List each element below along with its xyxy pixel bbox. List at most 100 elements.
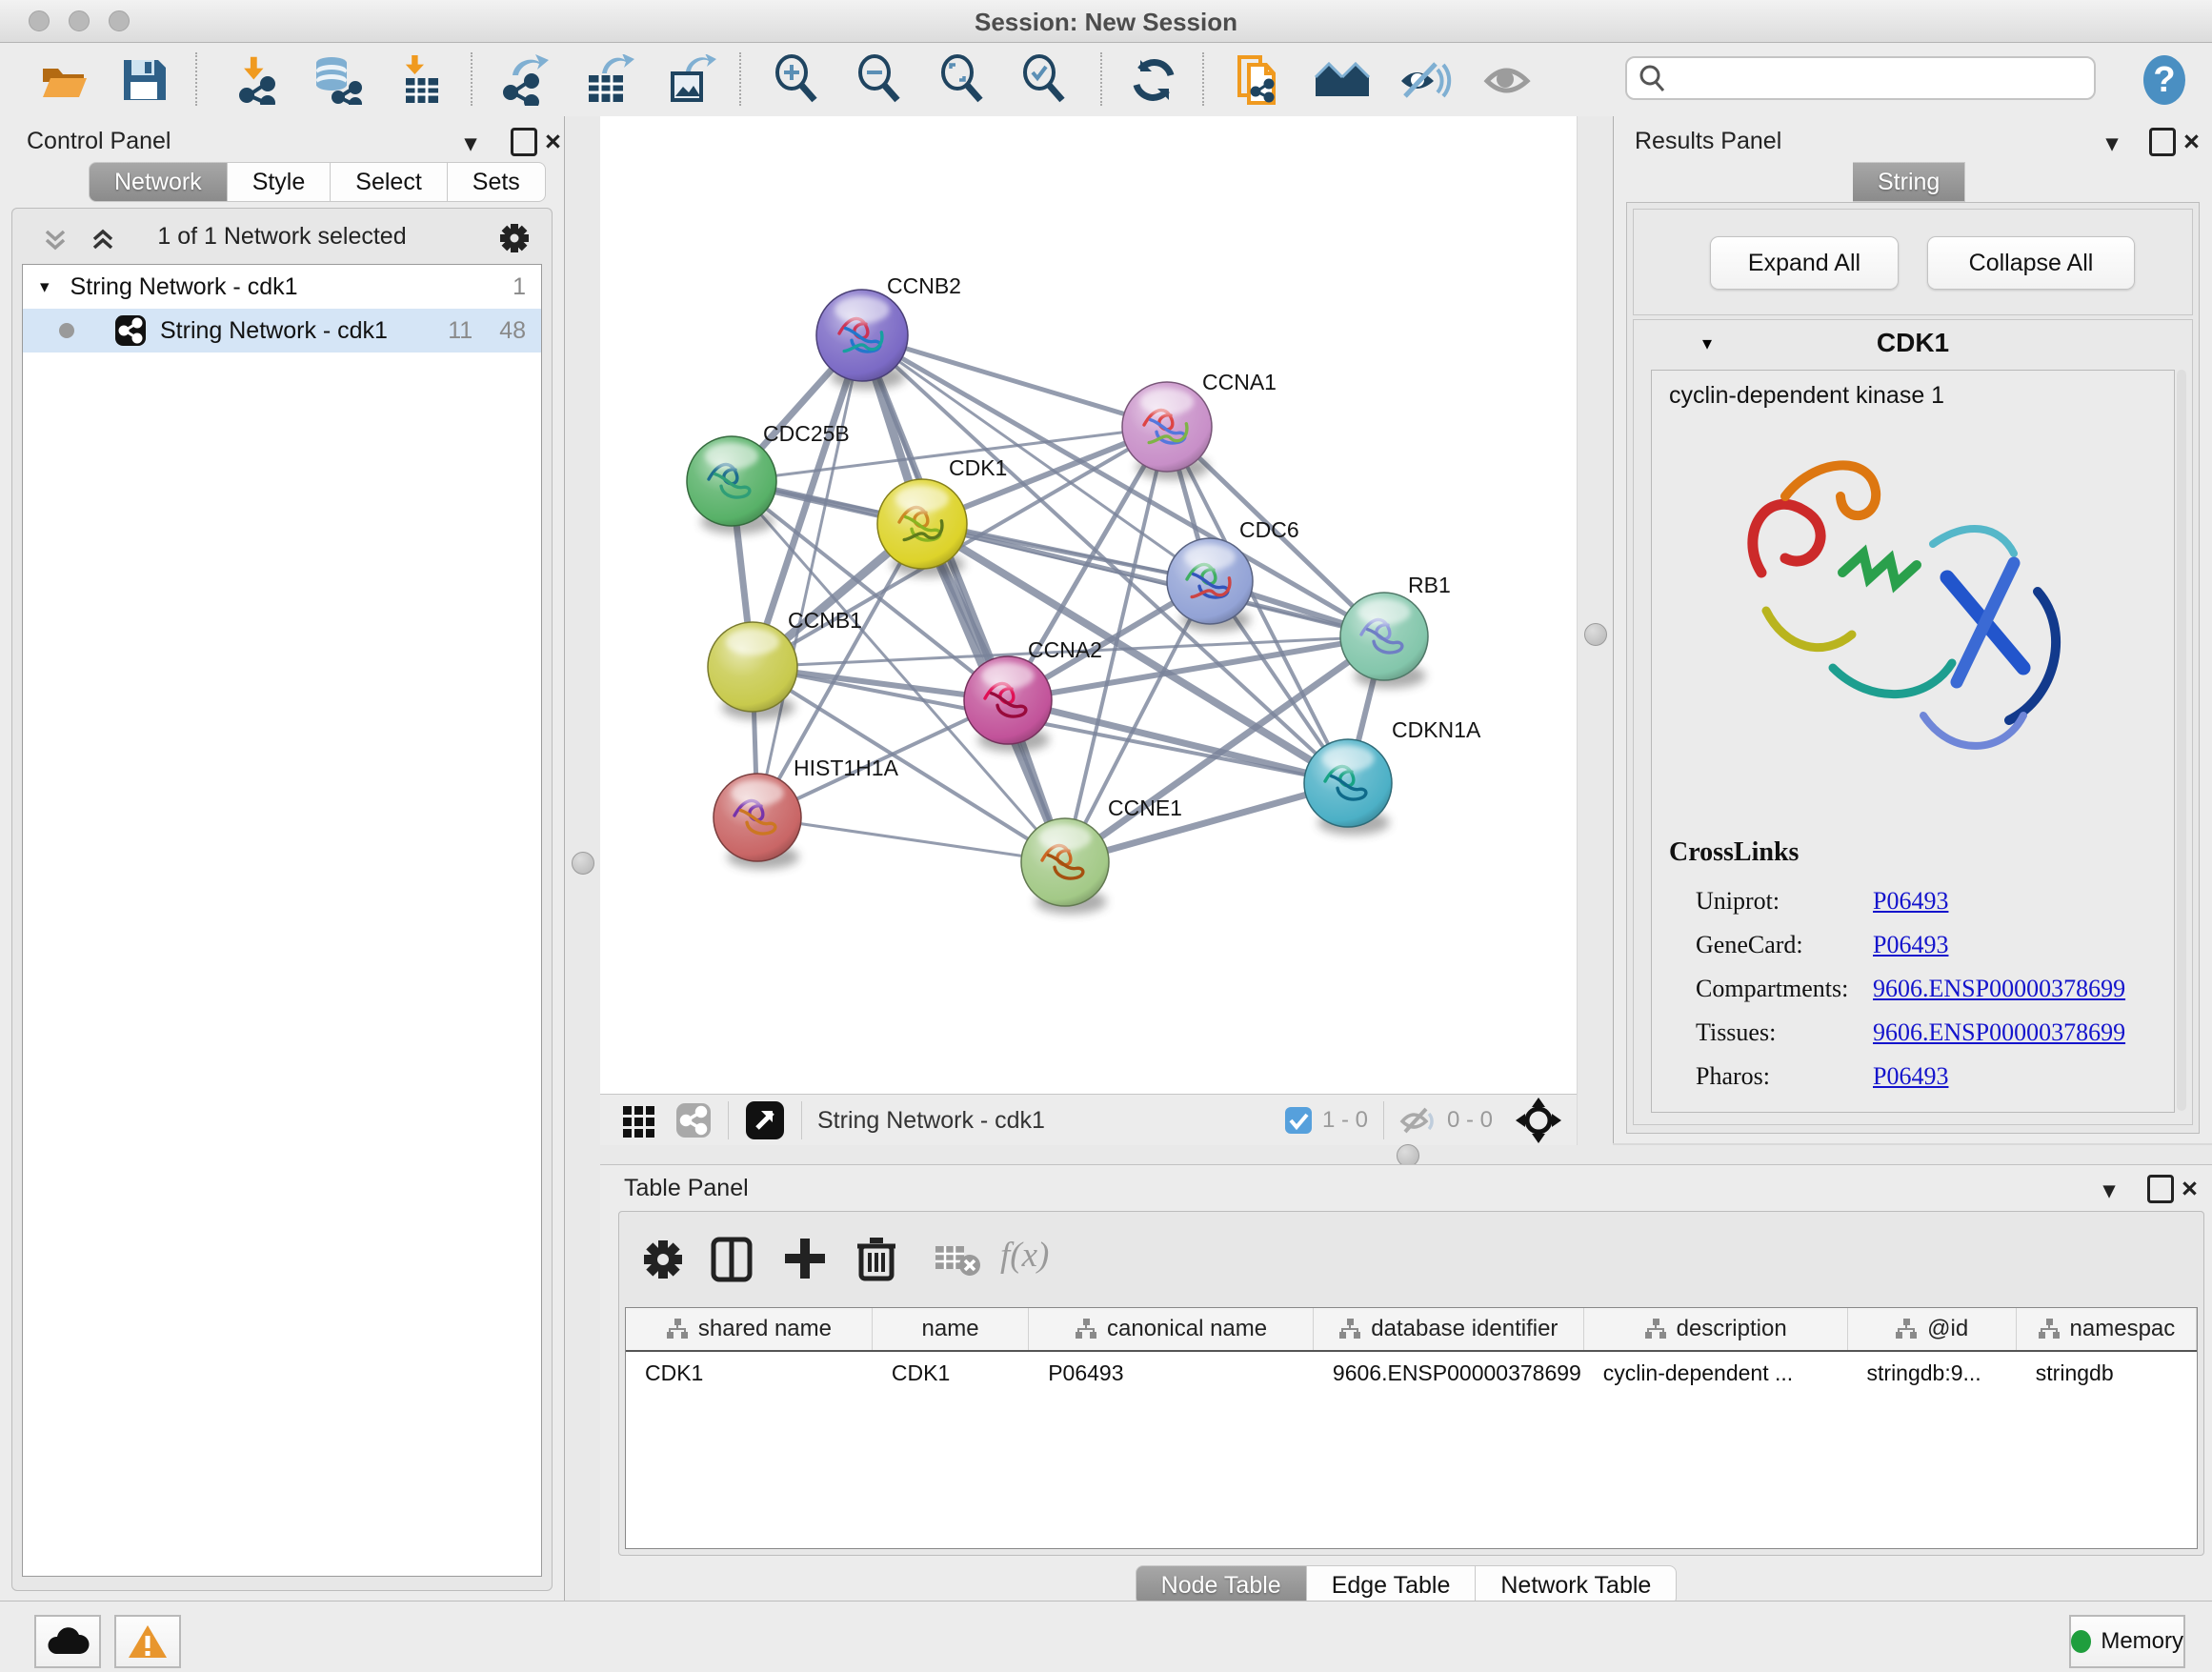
node-RB1[interactable]: [1340, 593, 1428, 688]
open-session-button[interactable]: [34, 50, 95, 110]
column-header-namespac[interactable]: namespac: [2017, 1308, 2197, 1350]
edge-CCNA2-CDKN1A[interactable]: [1008, 700, 1348, 783]
import-table-file-button[interactable]: [389, 50, 450, 110]
table-cell[interactable]: stringdb: [2017, 1352, 2197, 1394]
results-scrollbar[interactable]: [2177, 370, 2186, 1111]
birdseye-icon[interactable]: [1514, 1096, 1563, 1145]
edge-CCNE1-HIST1H1A[interactable]: [757, 817, 1065, 862]
tab-select[interactable]: Select: [331, 162, 447, 202]
float-panel-icon[interactable]: [2147, 1175, 2174, 1203]
float-panel-icon[interactable]: [511, 128, 537, 156]
warnings-button[interactable]: [114, 1615, 181, 1668]
import-network-file-button[interactable]: [227, 50, 288, 110]
network-row-selected[interactable]: String Network - cdk1 11 48: [23, 309, 541, 353]
close-panel-icon[interactable]: ×: [2182, 1174, 2198, 1205]
float-panel-icon[interactable]: [2149, 128, 2176, 156]
left-splitter[interactable]: [565, 116, 600, 1601]
grid-view-icon[interactable]: [621, 1102, 657, 1138]
refresh-button[interactable]: [1124, 50, 1185, 110]
left-splitter-handle[interactable]: [572, 852, 594, 875]
add-column-icon[interactable]: [783, 1237, 827, 1280]
expand-all-button[interactable]: Expand All: [1710, 236, 1899, 290]
tab-style[interactable]: Style: [228, 162, 332, 202]
column-header-shared-name[interactable]: shared name: [626, 1308, 873, 1350]
node-CCNE1[interactable]: [1021, 818, 1109, 914]
delete-column-icon[interactable]: [855, 1235, 897, 1282]
tab-sets[interactable]: Sets: [448, 162, 546, 202]
edge-CCNB2-CCNA1[interactable]: [862, 335, 1167, 427]
network-canvas[interactable]: CCNB2CCNA1CDC25BCDK1CDC6RB1CCNB1CCNA2CDK…: [600, 116, 1578, 1094]
selected-checkbox-icon[interactable]: [1284, 1106, 1313, 1135]
column-header-canonical-name[interactable]: canonical name: [1029, 1308, 1314, 1350]
hide-selected-button[interactable]: [1395, 50, 1456, 110]
collapse-panel-icon[interactable]: ▾: [2103, 1177, 2115, 1204]
hidden-eye-icon[interactable]: [1399, 1104, 1439, 1137]
search-box[interactable]: [1625, 56, 2096, 100]
close-panel-icon[interactable]: ×: [545, 127, 561, 158]
zoom-in-button[interactable]: [768, 50, 829, 110]
collapse-panel-icon[interactable]: ▾: [2106, 130, 2118, 157]
node-CCNB1[interactable]: [708, 622, 797, 719]
zoom-fit-button[interactable]: [934, 50, 995, 110]
column-header--id[interactable]: @id: [1848, 1308, 2017, 1350]
right-splitter-handle[interactable]: [1584, 623, 1607, 646]
duplicate-network-button[interactable]: [1227, 50, 1288, 110]
node-CCNA1[interactable]: [1122, 382, 1212, 479]
expander-icon[interactable]: ▾: [40, 276, 50, 298]
export-table-button[interactable]: [577, 50, 638, 110]
search-input[interactable]: [1665, 64, 2069, 92]
horizontal-splitter[interactable]: [600, 1145, 2212, 1164]
cloud-button[interactable]: [34, 1615, 101, 1668]
import-network-database-button[interactable]: [307, 50, 368, 110]
show-all-button[interactable]: [1478, 50, 1539, 110]
node-table[interactable]: shared namenamecanonical namedatabase id…: [625, 1307, 2198, 1549]
crosslink-link[interactable]: P06493: [1873, 887, 1948, 916]
tab-edge-table[interactable]: Edge Table: [1307, 1565, 1477, 1605]
gear-icon[interactable]: [498, 222, 531, 254]
column-header-name[interactable]: name: [873, 1308, 1029, 1350]
tab-node-table[interactable]: Node Table: [1136, 1565, 1307, 1605]
right-splitter[interactable]: [1578, 116, 1613, 1145]
detach-view-icon[interactable]: [744, 1099, 786, 1141]
node-CCNA2[interactable]: [964, 656, 1052, 752]
tab-string[interactable]: String: [1853, 162, 1965, 202]
table-cell[interactable]: stringdb:9...: [1848, 1352, 2017, 1394]
edge-CCNB2-HIST1H1A[interactable]: [757, 335, 862, 817]
crosslink-link[interactable]: P06493: [1873, 1062, 1948, 1091]
show-columns-icon[interactable]: [711, 1237, 753, 1282]
table-cell[interactable]: CDK1: [626, 1352, 873, 1394]
node-CDK1[interactable]: [877, 479, 967, 576]
table-cell[interactable]: 9606.ENSP00000378699: [1314, 1352, 1584, 1394]
column-header-description[interactable]: description: [1584, 1308, 1848, 1350]
table-cell[interactable]: CDK1: [873, 1352, 1029, 1394]
export-image-button[interactable]: [659, 50, 720, 110]
crosslink-link[interactable]: 9606.ENSP00000378699: [1873, 1018, 2125, 1047]
node-HIST1H1A[interactable]: [714, 774, 801, 869]
zoom-out-button[interactable]: [851, 50, 912, 110]
node-CDC25B[interactable]: [687, 436, 776, 534]
network-graph[interactable]: CCNB2CCNA1CDC25BCDK1CDC6RB1CCNB1CCNA2CDK…: [600, 116, 1577, 1094]
table-row[interactable]: CDK1CDK1P064939606.ENSP00000378699cyclin…: [626, 1352, 2197, 1394]
node-CDKN1A[interactable]: [1304, 739, 1392, 835]
save-session-button[interactable]: [114, 50, 175, 110]
network-view-icon[interactable]: [674, 1101, 713, 1139]
table-cell[interactable]: cyclin-dependent ...: [1584, 1352, 1848, 1394]
crosslink-link[interactable]: 9606.ENSP00000378699: [1873, 975, 2125, 1003]
export-network-button[interactable]: [493, 50, 554, 110]
crosslink-link[interactable]: P06493: [1873, 931, 1948, 959]
table-cell[interactable]: P06493: [1029, 1352, 1314, 1394]
tab-network-table[interactable]: Network Table: [1476, 1565, 1677, 1605]
collapse-panel-icon[interactable]: ▾: [465, 130, 476, 157]
node-CDC6[interactable]: [1167, 538, 1253, 632]
memory-button[interactable]: Memory: [2069, 1615, 2185, 1668]
network-collection-row[interactable]: ▾ String Network - cdk1 1: [23, 265, 541, 309]
table-gear-icon[interactable]: [642, 1239, 684, 1280]
first-neighbors-button[interactable]: [1313, 50, 1374, 110]
zoom-selected-button[interactable]: [1016, 50, 1076, 110]
help-button[interactable]: ?: [2134, 50, 2195, 110]
tab-network[interactable]: Network: [89, 162, 228, 202]
close-panel-icon[interactable]: ×: [2183, 127, 2200, 158]
column-header-database-identifier[interactable]: database identifier: [1314, 1308, 1584, 1350]
node-label-RB1: RB1: [1408, 573, 1451, 597]
collapse-all-button[interactable]: Collapse All: [1927, 236, 2135, 290]
